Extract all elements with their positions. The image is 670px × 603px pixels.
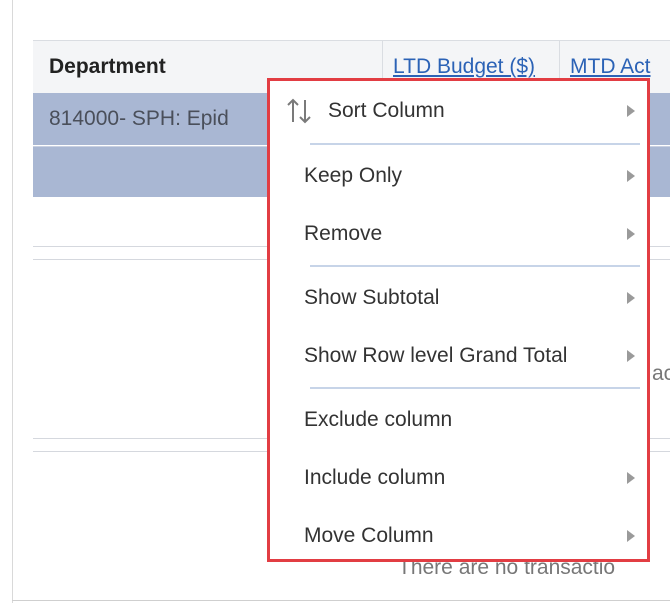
header-ltd-budget-label[interactable]: LTD Budget ($) bbox=[383, 55, 535, 78]
menu-item-label: Exclude column bbox=[304, 408, 453, 431]
menu-item-label: Remove bbox=[304, 222, 383, 245]
menu-item-label: Include column bbox=[304, 466, 446, 489]
menu-item-move-column[interactable]: Move Column bbox=[270, 509, 647, 563]
menu-item-show-subtotal[interactable]: Show Subtotal bbox=[270, 271, 647, 325]
menu-item-show-row-level-grand-total[interactable]: Show Row level Grand Total bbox=[270, 329, 647, 383]
frame-left-border bbox=[12, 0, 13, 603]
sort-icon bbox=[287, 98, 311, 124]
menu-item-keep-only[interactable]: Keep Only bbox=[270, 149, 647, 203]
menu-item-label: Show Subtotal bbox=[304, 286, 440, 309]
menu-separator bbox=[310, 265, 640, 267]
frame-bottom-border bbox=[12, 600, 670, 601]
menu-separator bbox=[310, 387, 640, 389]
menu-item-label: Sort Column bbox=[328, 99, 445, 122]
background-text: ac bbox=[652, 362, 670, 385]
submenu-arrow-icon bbox=[627, 350, 635, 362]
menu-item-exclude-column[interactable]: Exclude column bbox=[270, 393, 647, 447]
submenu-arrow-icon bbox=[627, 170, 635, 182]
submenu-arrow-icon bbox=[627, 105, 635, 117]
submenu-arrow-icon bbox=[627, 292, 635, 304]
menu-item-label: Move Column bbox=[304, 524, 434, 547]
submenu-arrow-icon bbox=[627, 530, 635, 542]
column-context-menu: Sort Column Keep Only Remove Show Subtot… bbox=[267, 78, 650, 562]
submenu-arrow-icon bbox=[627, 472, 635, 484]
menu-separator bbox=[310, 143, 640, 145]
submenu-arrow-icon bbox=[627, 228, 635, 240]
menu-item-include-column[interactable]: Include column bbox=[270, 451, 647, 505]
menu-item-remove[interactable]: Remove bbox=[270, 207, 647, 261]
department-cell[interactable]: 814000- SPH: Epid bbox=[49, 93, 229, 145]
menu-item-label: Keep Only bbox=[304, 164, 403, 187]
menu-item-label: Show Row level Grand Total bbox=[304, 344, 568, 367]
menu-item-sort-column[interactable]: Sort Column bbox=[270, 84, 647, 138]
